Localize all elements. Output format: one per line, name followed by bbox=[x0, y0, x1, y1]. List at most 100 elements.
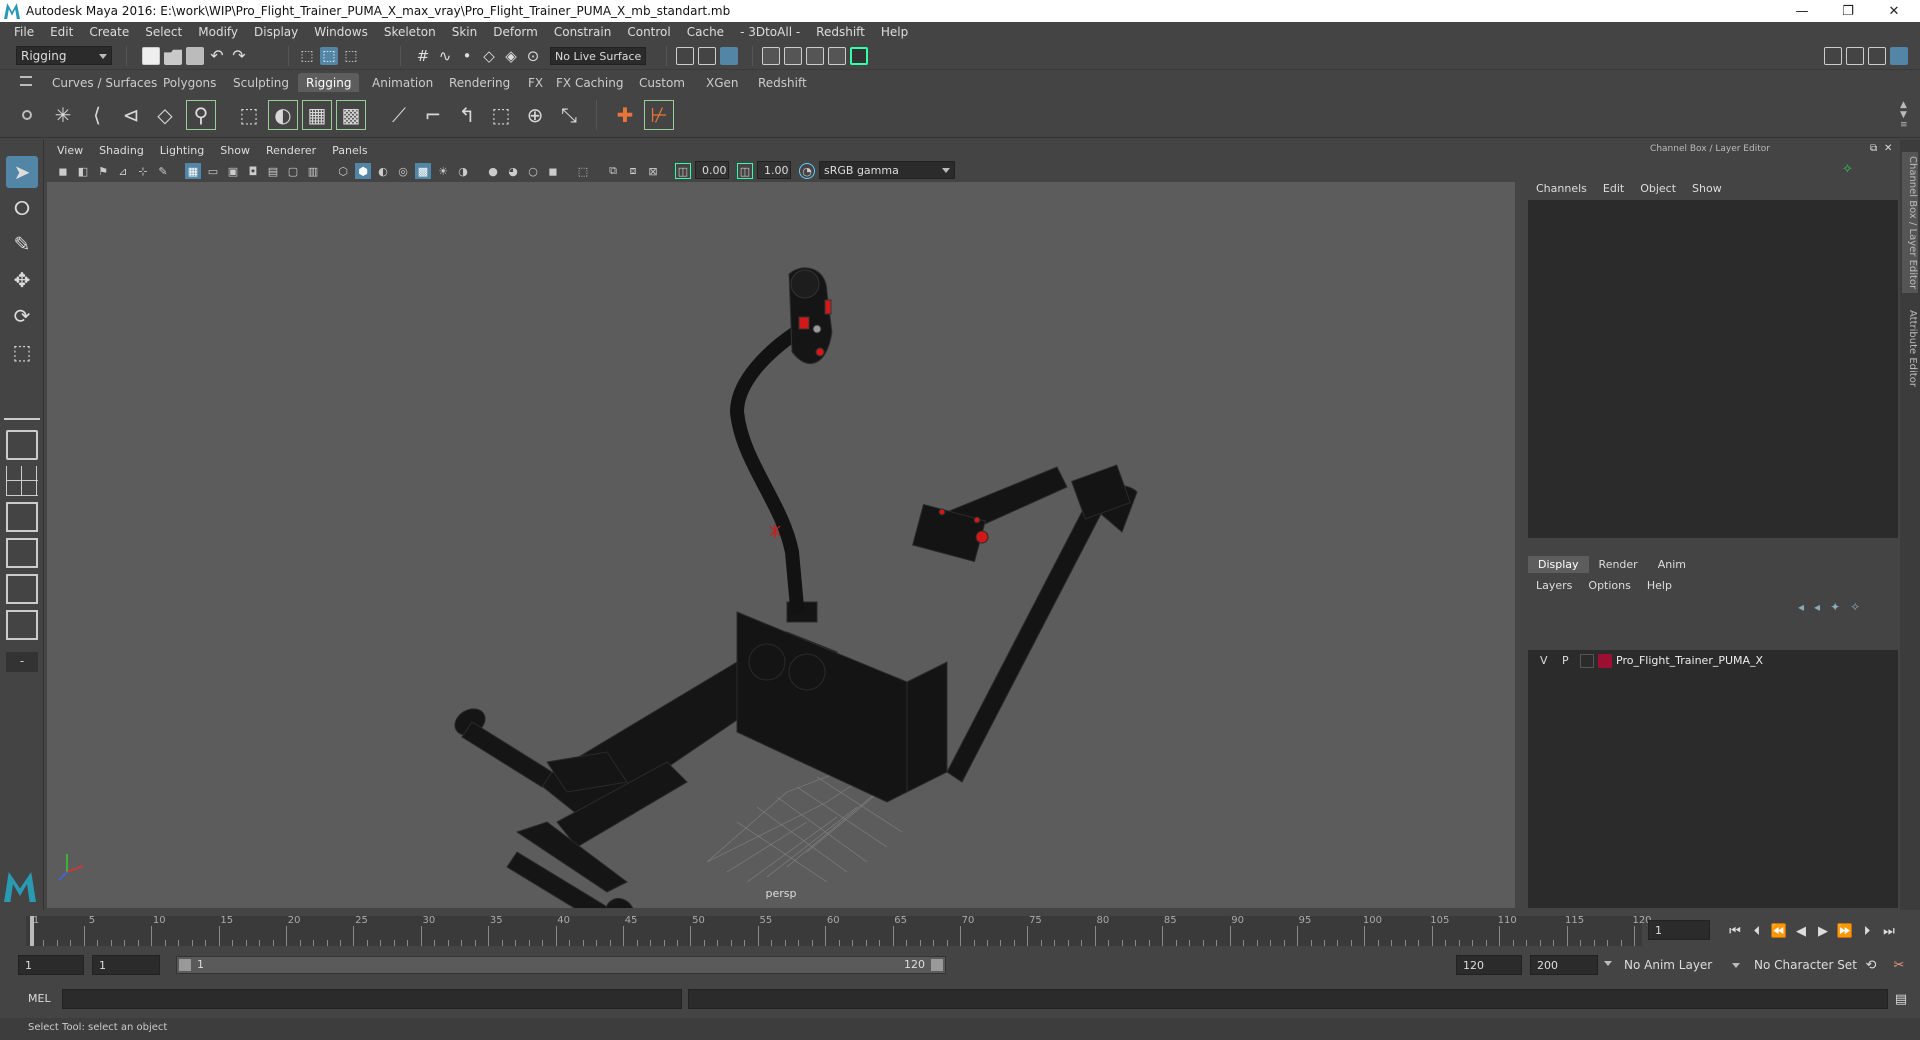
scale-constraint-icon[interactable]: ⬚ bbox=[486, 100, 516, 130]
layer-playback-toggle[interactable]: P bbox=[1562, 654, 1569, 667]
range-start-handle[interactable] bbox=[179, 959, 191, 971]
perspective-viewport[interactable]: persp bbox=[47, 182, 1515, 908]
shelf-tab-rendering[interactable]: Rendering bbox=[441, 73, 518, 92]
open-scene-icon[interactable] bbox=[164, 49, 182, 65]
range-end-handle[interactable] bbox=[931, 959, 943, 971]
range-bar[interactable]: 1 120 bbox=[176, 956, 946, 974]
command-language-label[interactable]: MEL bbox=[28, 992, 51, 1005]
wireframe-on-shaded-icon[interactable]: ◎ bbox=[395, 163, 411, 179]
anim-layer-dropdown[interactable]: No Anim Layer bbox=[1620, 955, 1744, 975]
layer-visibility-toggle[interactable]: V bbox=[1540, 654, 1548, 667]
time-ruler[interactable]: 1 5 10 15 20 25 30 35 40 45 50 55 60 65 70 75 80 85 90 95 10… bbox=[26, 915, 1652, 946]
insert-joint-icon[interactable]: ⟨ bbox=[82, 100, 112, 130]
shelf-scroll-icon[interactable]: ▲ ▼ ≡ bbox=[1900, 100, 1908, 130]
cluster-handle-icon[interactable]: ⊬ bbox=[644, 100, 674, 130]
screen-space-ao-icon[interactable]: ● bbox=[485, 163, 501, 179]
use-all-lights-icon[interactable]: ☀ bbox=[435, 163, 451, 179]
go-to-end-icon[interactable]: ⏭ bbox=[1880, 922, 1898, 940]
layer-name[interactable]: Pro_Flight_Trainer_PUMA_X bbox=[1616, 654, 1763, 667]
persp-outliner-layout-icon[interactable] bbox=[6, 502, 38, 532]
auto-key-icon[interactable]: ⟲ bbox=[1862, 956, 1880, 974]
toggle-tool-settings-icon[interactable] bbox=[1868, 47, 1886, 65]
exposure-field[interactable]: 0.00 bbox=[695, 161, 729, 179]
undo-icon[interactable]: ↶ bbox=[208, 47, 226, 65]
menu-deform[interactable]: Deform bbox=[485, 25, 546, 39]
cluster-icon[interactable]: ▩ bbox=[336, 100, 366, 130]
persp-node-layout-icon[interactable] bbox=[6, 574, 38, 604]
side-tab-channel-box[interactable]: Channel Box / Layer Editor bbox=[1902, 152, 1918, 294]
menu-file[interactable]: File bbox=[6, 25, 42, 39]
channel-box-menu-channels[interactable]: Channels bbox=[1528, 182, 1595, 195]
toggle-attribute-editor-icon[interactable] bbox=[1846, 47, 1864, 65]
layer-tab-render[interactable]: Render bbox=[1589, 556, 1648, 573]
select-by-object-icon[interactable]: ⬚ bbox=[320, 47, 338, 65]
play-forwards-icon[interactable]: ▶ bbox=[1814, 922, 1832, 940]
shelf-tab-animation[interactable]: Animation bbox=[364, 73, 441, 92]
command-input[interactable] bbox=[62, 989, 682, 1009]
depth-of-field-icon[interactable]: ◼ bbox=[545, 163, 561, 179]
menu-control[interactable]: Control bbox=[619, 25, 678, 39]
hypershade-icon[interactable] bbox=[850, 47, 868, 65]
create-joints-icon[interactable]: ✳ bbox=[48, 100, 78, 130]
shelf-tab-rigging[interactable]: Rigging bbox=[298, 73, 360, 92]
xray-icon[interactable]: ⧉ bbox=[605, 163, 621, 179]
select-tool-icon[interactable]: ➤ bbox=[6, 156, 38, 188]
menu-select[interactable]: Select bbox=[137, 25, 190, 39]
bind-skin-icon[interactable]: ⬚ bbox=[234, 100, 264, 130]
animation-start-field[interactable]: 1 bbox=[18, 955, 84, 975]
lasso-tool-icon[interactable]: ⭘ bbox=[6, 192, 38, 224]
rotate-tool-icon[interactable]: ⟳ bbox=[6, 300, 38, 332]
output-ops-icon[interactable] bbox=[698, 47, 716, 65]
paint-skin-weights-icon[interactable]: ◐ bbox=[268, 100, 298, 130]
camera-attributes-icon[interactable]: ◧ bbox=[75, 163, 91, 179]
scale-tool-icon[interactable]: ⬚ bbox=[6, 336, 38, 368]
persp-graph-layout-icon[interactable] bbox=[6, 538, 38, 568]
menu-display[interactable]: Display bbox=[246, 25, 306, 39]
gate-mask-icon[interactable]: ◘ bbox=[245, 163, 261, 179]
layer-row[interactable]: V P Pro_Flight_Trainer_PUMA_X bbox=[1530, 652, 1896, 670]
manipulator-icon[interactable]: ✧ bbox=[1842, 162, 1853, 177]
shelf-tab-custom[interactable]: Custom bbox=[631, 73, 693, 92]
render-frame-icon[interactable] bbox=[784, 47, 802, 65]
menu-skin[interactable]: Skin bbox=[444, 25, 486, 39]
play-backwards-icon[interactable]: ◀ bbox=[1792, 922, 1810, 940]
mirror-joint-icon[interactable]: ⊲ bbox=[116, 100, 146, 130]
xray-joints-icon[interactable]: ⧈ bbox=[625, 163, 641, 179]
restore-button[interactable]: ❐ bbox=[1826, 0, 1870, 22]
menu-skeleton[interactable]: Skeleton bbox=[376, 25, 444, 39]
select-camera-icon[interactable]: ◼ bbox=[55, 163, 71, 179]
shelf-settings-icon[interactable] bbox=[22, 110, 32, 120]
script-editor-layout-icon[interactable] bbox=[6, 610, 38, 640]
input-ops-icon[interactable] bbox=[676, 47, 694, 65]
select-by-component-icon[interactable]: ⬚ bbox=[342, 47, 360, 65]
snap-vertex-icon[interactable]: ⊙ bbox=[524, 47, 542, 65]
menu-constrain[interactable]: Constrain bbox=[546, 25, 620, 39]
quick-rig-icon[interactable]: ⚲ bbox=[186, 100, 216, 130]
menu-windows[interactable]: Windows bbox=[306, 25, 376, 39]
menu-modify[interactable]: Modify bbox=[190, 25, 246, 39]
shelf-tab-fx-caching[interactable]: FX Caching bbox=[548, 73, 631, 92]
channel-box-area[interactable] bbox=[1528, 200, 1898, 538]
viewport-menu-view[interactable]: View bbox=[49, 144, 91, 157]
select-by-hierarchy-icon[interactable]: ⬚ bbox=[298, 47, 316, 65]
gamma-field[interactable]: 1.00 bbox=[757, 161, 791, 179]
close-panel-icon[interactable]: ✕ bbox=[1884, 143, 1892, 154]
toggle-channel-box-icon[interactable] bbox=[1890, 47, 1908, 65]
orient-joint-icon[interactable]: ◇ bbox=[150, 100, 180, 130]
layer-tab-display[interactable]: Display bbox=[1528, 555, 1589, 573]
shelf-tab-redshift[interactable]: Redshift bbox=[750, 73, 815, 92]
save-scene-icon[interactable] bbox=[186, 47, 204, 65]
exposure-icon[interactable]: ◫ bbox=[675, 163, 691, 179]
step-back-frame-icon[interactable]: ⏴ bbox=[1748, 922, 1766, 940]
xray-components-icon[interactable]: ⊠ bbox=[645, 163, 661, 179]
parent-constraint-icon[interactable]: ↰ bbox=[452, 100, 482, 130]
image-plane-icon[interactable]: ⊿ bbox=[115, 163, 131, 179]
lattice-icon[interactable]: ▦ bbox=[302, 100, 332, 130]
channel-box-menu-edit[interactable]: Edit bbox=[1595, 182, 1632, 195]
redo-icon[interactable]: ↷ bbox=[230, 47, 248, 65]
custom-layout-icon[interactable]: - bbox=[6, 652, 38, 672]
float-panel-icon[interactable]: ⧉ bbox=[1870, 143, 1877, 154]
gamma-icon[interactable]: ◫ bbox=[737, 163, 753, 179]
step-back-key-icon[interactable]: ⏪ bbox=[1770, 922, 1788, 940]
playback-start-field[interactable]: 1 bbox=[92, 955, 160, 975]
